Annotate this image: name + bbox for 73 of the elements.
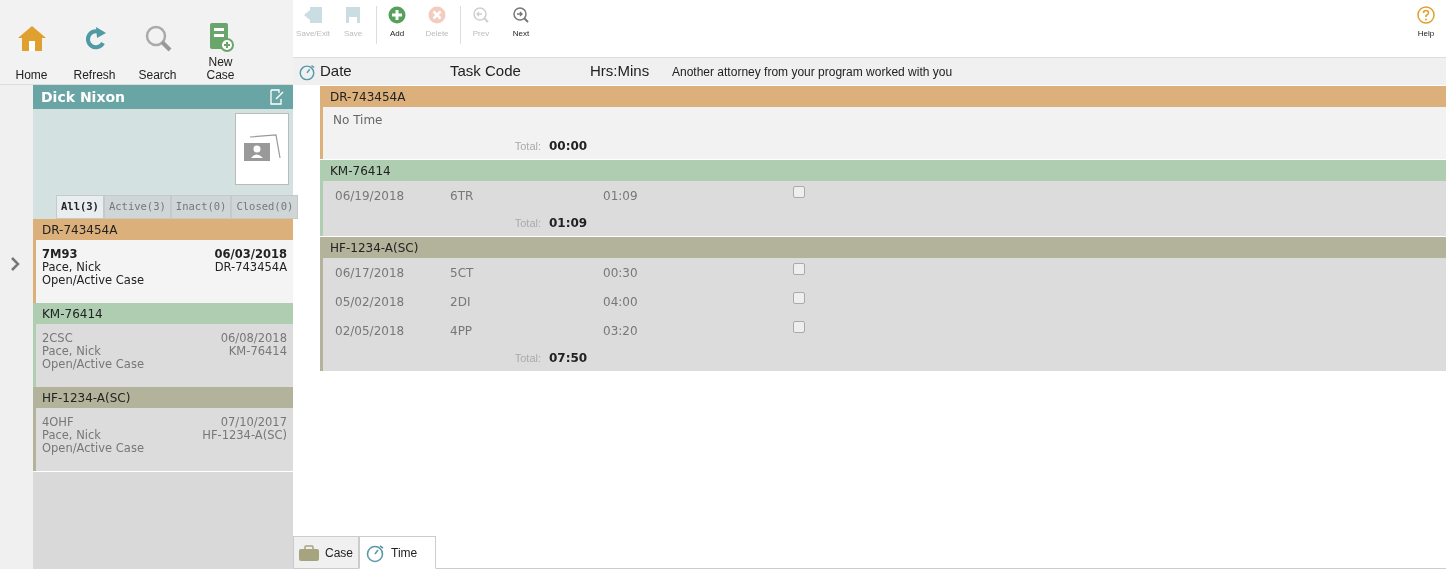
nav-button[interactable]: Search bbox=[126, 24, 189, 82]
bottom-tab[interactable]: Case bbox=[293, 536, 359, 569]
save-icon bbox=[345, 6, 361, 24]
group-code: HF-1234-A(SC) bbox=[330, 239, 419, 257]
file-plus-icon bbox=[207, 22, 234, 52]
entry-date: 06/17/2018 bbox=[334, 264, 406, 282]
case-attorney: Pace, Nick bbox=[42, 429, 102, 442]
group-code: KM-76414 bbox=[330, 162, 391, 180]
case-code: DR-743454A bbox=[42, 221, 118, 239]
case-status: Open/Active Case bbox=[42, 274, 145, 287]
nav-button[interactable]: Home bbox=[0, 24, 63, 82]
total-value: 01:09 bbox=[549, 215, 588, 232]
entry-checkbox[interactable] bbox=[793, 263, 805, 275]
stopwatch-icon bbox=[297, 62, 316, 81]
back-magnifier-icon bbox=[472, 6, 490, 24]
case-date: 06/03/2018 bbox=[214, 248, 287, 261]
case-attorney: Pace, Nick bbox=[42, 345, 102, 358]
search-icon bbox=[143, 24, 172, 52]
entry-task: 2DI bbox=[450, 293, 472, 311]
entry-checkbox[interactable] bbox=[793, 321, 805, 333]
close-icon bbox=[428, 6, 446, 24]
case-item[interactable]: 7M93 06/03/2018 Pace, Nick DR-743454A Open/Active Case bbox=[33, 240, 293, 303]
case-number: HF-1234-A(SC) bbox=[202, 429, 287, 442]
case-status: Open/Active Case bbox=[42, 442, 145, 455]
entry-checkbox[interactable] bbox=[793, 292, 805, 304]
case-code: HF-1234-A(SC) bbox=[42, 389, 131, 407]
entry-time: 03:20 bbox=[603, 322, 639, 340]
case-status: Open/Active Case bbox=[42, 358, 145, 371]
toolbar-button[interactable]: Add bbox=[377, 6, 417, 44]
client-name: Dick Nixon bbox=[41, 87, 126, 107]
group-code: DR-743454A bbox=[330, 88, 406, 106]
help-icon bbox=[1417, 6, 1435, 24]
empty-text: No Time bbox=[332, 112, 384, 129]
plus-icon bbox=[388, 6, 406, 24]
save-exit-icon bbox=[303, 6, 323, 24]
case-task: 4OHF bbox=[42, 416, 75, 429]
case-task: 2CSC bbox=[42, 332, 74, 345]
house-icon bbox=[16, 24, 47, 52]
entry-time: 00:30 bbox=[603, 264, 639, 282]
case-date: 06/08/2018 bbox=[220, 332, 287, 345]
stopwatch-icon bbox=[365, 542, 385, 563]
column-heading: Date bbox=[320, 61, 353, 82]
entry-checkbox[interactable] bbox=[793, 186, 805, 198]
entry-task: 6TR bbox=[450, 187, 475, 205]
case-code: KM-76414 bbox=[42, 305, 103, 323]
case-date: 07/10/2017 bbox=[219, 416, 287, 429]
filter-tab[interactable]: All(3) bbox=[56, 195, 104, 219]
forward-magnifier-icon bbox=[512, 6, 530, 24]
edit-icon[interactable] bbox=[269, 89, 285, 105]
entry-time: 01:09 bbox=[603, 187, 639, 205]
entry-time: 04:00 bbox=[603, 293, 639, 311]
case-number: DR-743454A bbox=[214, 261, 287, 274]
total-value: 07:50 bbox=[549, 350, 588, 367]
nav-button[interactable]: Refresh bbox=[63, 24, 126, 82]
column-heading: Task Code bbox=[450, 61, 522, 82]
help-button[interactable]: Help bbox=[1408, 6, 1444, 44]
entry-date: 05/02/2018 bbox=[334, 293, 406, 311]
entry-date: 06/19/2018 bbox=[334, 187, 406, 205]
photo-icon bbox=[242, 134, 282, 164]
total-label: Total: bbox=[513, 138, 542, 154]
entry-date: 02/05/2018 bbox=[334, 322, 406, 340]
bottom-tab[interactable]: Time bbox=[359, 536, 437, 569]
entry-task: 5CT bbox=[450, 264, 475, 282]
case-attorney: Pace, Nick bbox=[42, 261, 102, 274]
case-number: KM-76414 bbox=[227, 345, 287, 358]
column-heading: Hrs:Mins bbox=[590, 61, 651, 82]
total-value: 00:00 bbox=[549, 138, 588, 155]
entry-task: 4PP bbox=[450, 322, 474, 340]
nav-button[interactable]: New Case bbox=[189, 22, 252, 82]
case-task: 7M93 bbox=[42, 248, 79, 261]
toolbar-button[interactable]: Next bbox=[501, 6, 541, 44]
column-heading: Another attorney from your program worked with you bbox=[672, 63, 953, 81]
briefcase-icon bbox=[299, 544, 319, 561]
